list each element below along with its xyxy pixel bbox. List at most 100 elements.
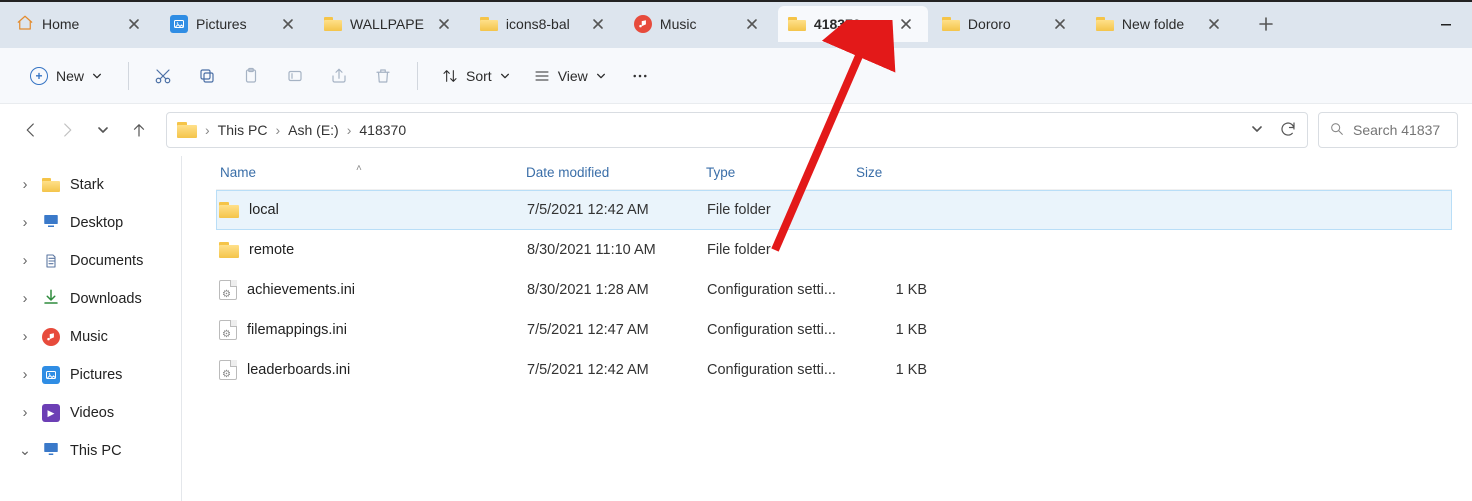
tab-icons8[interactable]: icons8-bal [470,6,620,42]
file-type: File folder [707,202,857,218]
cut-button[interactable] [143,58,183,94]
sidebar-item-documents[interactable]: › Documents [12,242,174,280]
thispc-icon [42,440,60,462]
chevron-right-icon: › [18,177,32,193]
column-header-date[interactable]: Date modified [526,165,706,180]
new-label: New [56,68,84,84]
view-label: View [558,68,588,84]
tab-pictures[interactable]: Pictures [160,6,310,42]
sidebar-item-label: This PC [70,443,122,459]
tab-label: New folde [1122,16,1194,32]
refresh-button[interactable] [1279,120,1297,141]
folder-icon [480,17,498,31]
folder-icon [42,178,60,192]
file-row[interactable]: leaderboards.ini7/5/2021 12:42 AMConfigu… [216,350,1452,390]
close-icon[interactable] [1202,12,1226,36]
sidebar-item-videos[interactable]: › ▶ Videos [12,394,174,432]
tab-music[interactable]: Music [624,6,774,42]
folder-icon [219,202,239,218]
sidebar-item-pictures[interactable]: › Pictures [12,356,174,394]
close-icon[interactable] [740,12,764,36]
new-button[interactable]: + New [18,58,114,94]
file-date: 7/5/2021 12:42 AM [527,202,707,218]
sort-label: Sort [466,68,492,84]
file-size: 1 KB [857,282,937,298]
breadcrumb-current[interactable]: 418370 [359,122,406,138]
desktop-icon [42,212,60,234]
sidebar: › Stark › Desktop › Documents › Download… [0,156,180,501]
breadcrumb-thispc[interactable]: This PC [218,122,268,138]
divider [128,62,129,90]
sidebar-resizer[interactable] [180,156,184,501]
file-row[interactable]: remote8/30/2021 11:10 AMFile folder [216,230,1452,270]
tab-newfolder[interactable]: New folde [1086,6,1236,42]
file-size: 1 KB [857,362,937,378]
tab-418370[interactable]: 418370 [778,6,928,42]
folder-icon [1096,17,1114,31]
sort-indicator-up-icon: ˄ [356,163,362,174]
address-bar[interactable]: › This PC › Ash (E:) › 418370 [166,112,1308,148]
column-header-size[interactable]: Size [856,165,936,180]
close-icon[interactable] [1048,12,1072,36]
sidebar-item-thispc[interactable]: ⌄ This PC [12,432,174,470]
address-dropdown-button[interactable] [1251,122,1263,138]
forward-button[interactable] [56,119,78,141]
ini-file-icon [219,320,237,340]
file-row[interactable]: filemappings.ini7/5/2021 12:47 AMConfigu… [216,310,1452,350]
search-input[interactable] [1353,122,1447,138]
share-button[interactable] [319,58,359,94]
tab-dororo[interactable]: Dororo [932,6,1082,42]
file-pane: Name ˄ Date modified Type Size local7/5/… [184,156,1472,501]
more-button[interactable] [620,58,660,94]
recent-button[interactable] [92,119,114,141]
file-type: Configuration setti... [707,362,857,378]
ini-file-icon [219,280,237,300]
tab-wallpapers[interactable]: WALLPAPE [314,6,466,42]
pictures-app-icon [170,15,188,33]
file-date: 8/30/2021 11:10 AM [527,242,707,258]
column-header-type[interactable]: Type [706,165,856,180]
close-icon[interactable] [586,12,610,36]
tabs-bar: Home Pictures WALLPAPE icons8-bal Music [0,0,1472,48]
music-app-icon [634,15,652,33]
ini-file-icon [219,360,237,380]
sidebar-item-downloads[interactable]: › Downloads [12,280,174,318]
file-date: 7/5/2021 12:42 AM [527,362,707,378]
sidebar-item-music[interactable]: › Music [12,318,174,356]
tab-label: icons8-bal [506,16,578,32]
breadcrumb-drive[interactable]: Ash (E:) [288,122,339,138]
sort-button[interactable]: Sort [432,58,520,94]
column-header-name[interactable]: Name ˄ [216,165,526,180]
pictures-app-icon [42,366,60,384]
sidebar-item-label: Documents [70,253,143,269]
file-row[interactable]: achievements.ini8/30/2021 1:28 AMConfigu… [216,270,1452,310]
back-button[interactable] [20,119,42,141]
new-tab-button[interactable] [1248,6,1284,42]
download-icon [42,288,60,310]
folder-icon [942,17,960,31]
folder-icon [788,17,806,31]
up-button[interactable] [128,119,150,141]
close-icon[interactable] [432,12,456,36]
view-button[interactable]: View [524,58,616,94]
rename-button[interactable] [275,58,315,94]
tab-label: Pictures [196,16,268,32]
videos-app-icon: ▶ [42,404,60,422]
paste-button[interactable] [231,58,271,94]
close-icon[interactable] [894,12,918,36]
close-icon[interactable] [122,12,146,36]
sort-icon [442,68,458,84]
tab-home[interactable]: Home [6,6,156,42]
search-box[interactable] [1318,112,1458,148]
window-minimize-button[interactable] [1426,9,1466,39]
sidebar-item-stark[interactable]: › Stark [12,166,174,204]
close-icon[interactable] [276,12,300,36]
copy-button[interactable] [187,58,227,94]
chevron-right-icon: › [275,122,280,138]
file-row[interactable]: local7/5/2021 12:42 AMFile folder [216,190,1452,230]
sidebar-item-desktop[interactable]: › Desktop [12,204,174,242]
folder-icon [177,122,197,138]
chevron-right-icon: › [347,122,352,138]
delete-button[interactable] [363,58,403,94]
file-type: Configuration setti... [707,282,857,298]
